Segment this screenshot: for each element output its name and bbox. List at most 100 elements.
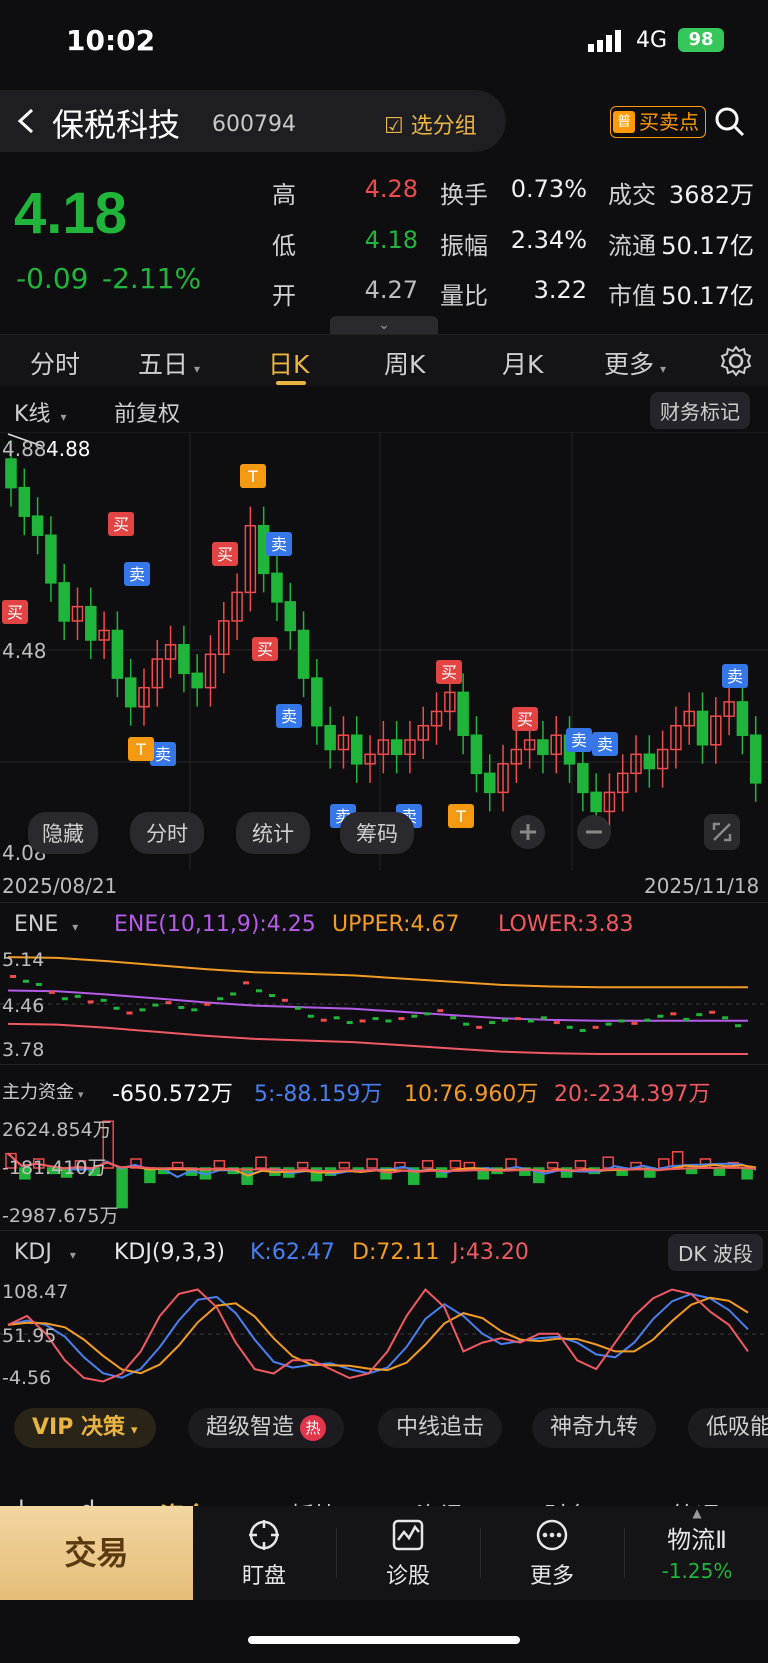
ene-chart: 5.14 4.46 3.78: [0, 949, 768, 1061]
chart-diagnose-icon: [392, 1519, 424, 1551]
ene-mini-candle: [152, 1003, 159, 1007]
ene-mini-candle: [256, 989, 262, 993]
strategy-low-absorb[interactable]: 低吸能: [688, 1408, 768, 1448]
signal-sell-label: 卖: [271, 535, 287, 554]
date-start: 2025/08/21: [2, 874, 118, 898]
intraday-chip[interactable]: 分时: [130, 812, 204, 854]
quote-value-open: 4.27: [364, 276, 418, 304]
search-icon[interactable]: [714, 106, 746, 138]
ene-mini-candle: [385, 1019, 392, 1023]
nav-more[interactable]: 更多: [492, 1518, 612, 1590]
ene-mini-candle: [631, 1021, 638, 1025]
capital-axis-top: 2624.854万: [2, 1119, 112, 1141]
back-arrow-icon[interactable]: [14, 106, 38, 136]
ene-mini-candle: [10, 975, 16, 978]
dk-band-button[interactable]: DK 波段: [668, 1234, 763, 1271]
dropdown-icon: ▾: [660, 362, 667, 376]
strategy-mid-chase[interactable]: 中线追击: [378, 1408, 503, 1448]
tab-five-day-label: 五日: [138, 350, 189, 379]
capital-select[interactable]: 主力资金 ▾: [2, 1078, 84, 1104]
expand-quote-chevron-icon[interactable]: ⌄: [330, 316, 438, 334]
candle-body: [45, 534, 57, 584]
kdj-params: KDJ(9,3,3): [114, 1240, 225, 1265]
candles: [5, 440, 762, 831]
quote-value-turnover: 0.73%: [510, 175, 587, 203]
price-axis-high: 4.88: [2, 437, 47, 461]
tab-daily-k[interactable]: 日K: [268, 345, 309, 381]
quote-label-amplitude: 振幅: [440, 232, 488, 260]
info-tab-news[interactable]: 资讯: [416, 1496, 464, 1506]
info-tab[interactable]: l: [18, 1496, 25, 1506]
signal-t-label: T: [455, 807, 466, 826]
bsp-label: 买卖点: [639, 109, 699, 134]
price-change: -0.09: [16, 262, 89, 295]
ene-mini-candle: [540, 1016, 547, 1020]
select-group-button[interactable]: ☑ 选分组: [384, 108, 477, 140]
period-tabs: 分时 五日 ▾ 日K 周K 月K 更多 ▾: [0, 334, 768, 386]
strategy-magic-nine[interactable]: 神奇九转: [532, 1408, 657, 1448]
info-tab-finance[interactable]: 财务: [544, 1496, 592, 1506]
signal-buy-label: 买: [113, 515, 129, 534]
zoom-out-icon[interactable]: [574, 814, 614, 850]
capital-axis-bot: -2987.675万: [2, 1205, 119, 1227]
info-tab-profile[interactable]: 简况: [672, 1496, 720, 1506]
kdj-label: KDJ: [14, 1240, 52, 1265]
nav-watch[interactable]: 盯盘: [204, 1518, 324, 1590]
quote-value-market-cap: 50.17亿: [661, 282, 754, 310]
tab-intraday[interactable]: 分时: [30, 345, 80, 381]
fullscreen-icon[interactable]: [704, 814, 740, 850]
vip-decision-button[interactable]: VIP 决策 ▾: [14, 1408, 156, 1448]
capital-bar: [421, 1160, 434, 1169]
ene-select[interactable]: ENE ▾: [14, 912, 78, 937]
tab-monthly-k[interactable]: 月K: [502, 345, 543, 381]
signal-sell-label: 卖: [281, 707, 297, 726]
capital-ma10: 10:76.960万: [404, 1082, 539, 1107]
ene-upper-line: [7, 956, 748, 989]
candle-body: [351, 734, 363, 765]
zoom-in-icon[interactable]: [508, 814, 548, 850]
ene-mini-candle: [268, 994, 275, 998]
chips-distribution-chip[interactable]: 筹码: [340, 812, 414, 854]
info-tab-sector[interactable]: 板块: [290, 1496, 338, 1506]
ene-axis-mid: 4.46: [2, 995, 44, 1017]
ene-mini-candle: [424, 1012, 431, 1016]
nav-diagnose[interactable]: 诊股: [348, 1518, 468, 1590]
candle-body: [749, 734, 762, 784]
ene-mini-candle: [307, 1014, 314, 1018]
battery-icon: 98: [678, 28, 724, 52]
divider: [336, 1528, 337, 1578]
candle-body: [111, 629, 124, 679]
price-change-percent: -2.11%: [102, 262, 202, 295]
tab-more[interactable]: 更多 ▾: [604, 345, 666, 381]
tab-weekly-k[interactable]: 周K: [384, 345, 425, 381]
kline-chart[interactable]: 买卖买卖T买T卖买卖买买卖 卖卖卖卖 T 4.88 4.88 4.48 4.08: [0, 432, 768, 870]
price-axis-mid: 4.48: [2, 639, 47, 663]
divider: [0, 902, 768, 903]
quote-value-low: 4.18: [364, 226, 418, 254]
capital-ma5: 5:-88.159万: [254, 1082, 383, 1107]
active-tab-underline: [276, 381, 306, 385]
candle-body: [643, 753, 656, 770]
signal-buy-label: 买: [217, 545, 233, 564]
statistics-chip[interactable]: 统计: [236, 812, 310, 854]
kline-type-select[interactable]: K线 ▾: [14, 396, 66, 428]
ene-mini-candle: [398, 1017, 405, 1021]
adjust-select[interactable]: 前复权: [114, 396, 180, 428]
strategy-super-manufacturing[interactable]: 超级智造热: [188, 1408, 345, 1448]
hide-chip[interactable]: 隐藏: [28, 812, 98, 854]
buy-sell-point-button[interactable]: 普 买卖点: [610, 106, 706, 138]
capital-bar: [338, 1161, 351, 1169]
tab-five-day[interactable]: 五日 ▾: [138, 345, 200, 381]
kdj-select[interactable]: KDJ ▾: [14, 1240, 76, 1265]
settings-gear-icon[interactable]: [720, 345, 752, 377]
finance-mark-button[interactable]: 财务标记: [650, 392, 750, 429]
quote-label-open: 开: [272, 282, 296, 310]
info-tab-capital[interactable]: 资金: [160, 1496, 208, 1506]
ene-mini-candle: [657, 1014, 664, 1018]
sector-quick-view[interactable]: ▲ 物流Ⅱ -1.25%: [632, 1506, 762, 1583]
trade-button[interactable]: 交易: [0, 1506, 193, 1600]
tab-more-label: 更多: [604, 350, 655, 379]
ene-mini-candle: [346, 1021, 353, 1025]
candle-body: [191, 672, 203, 689]
info-tab[interactable]: d: [80, 1496, 95, 1506]
